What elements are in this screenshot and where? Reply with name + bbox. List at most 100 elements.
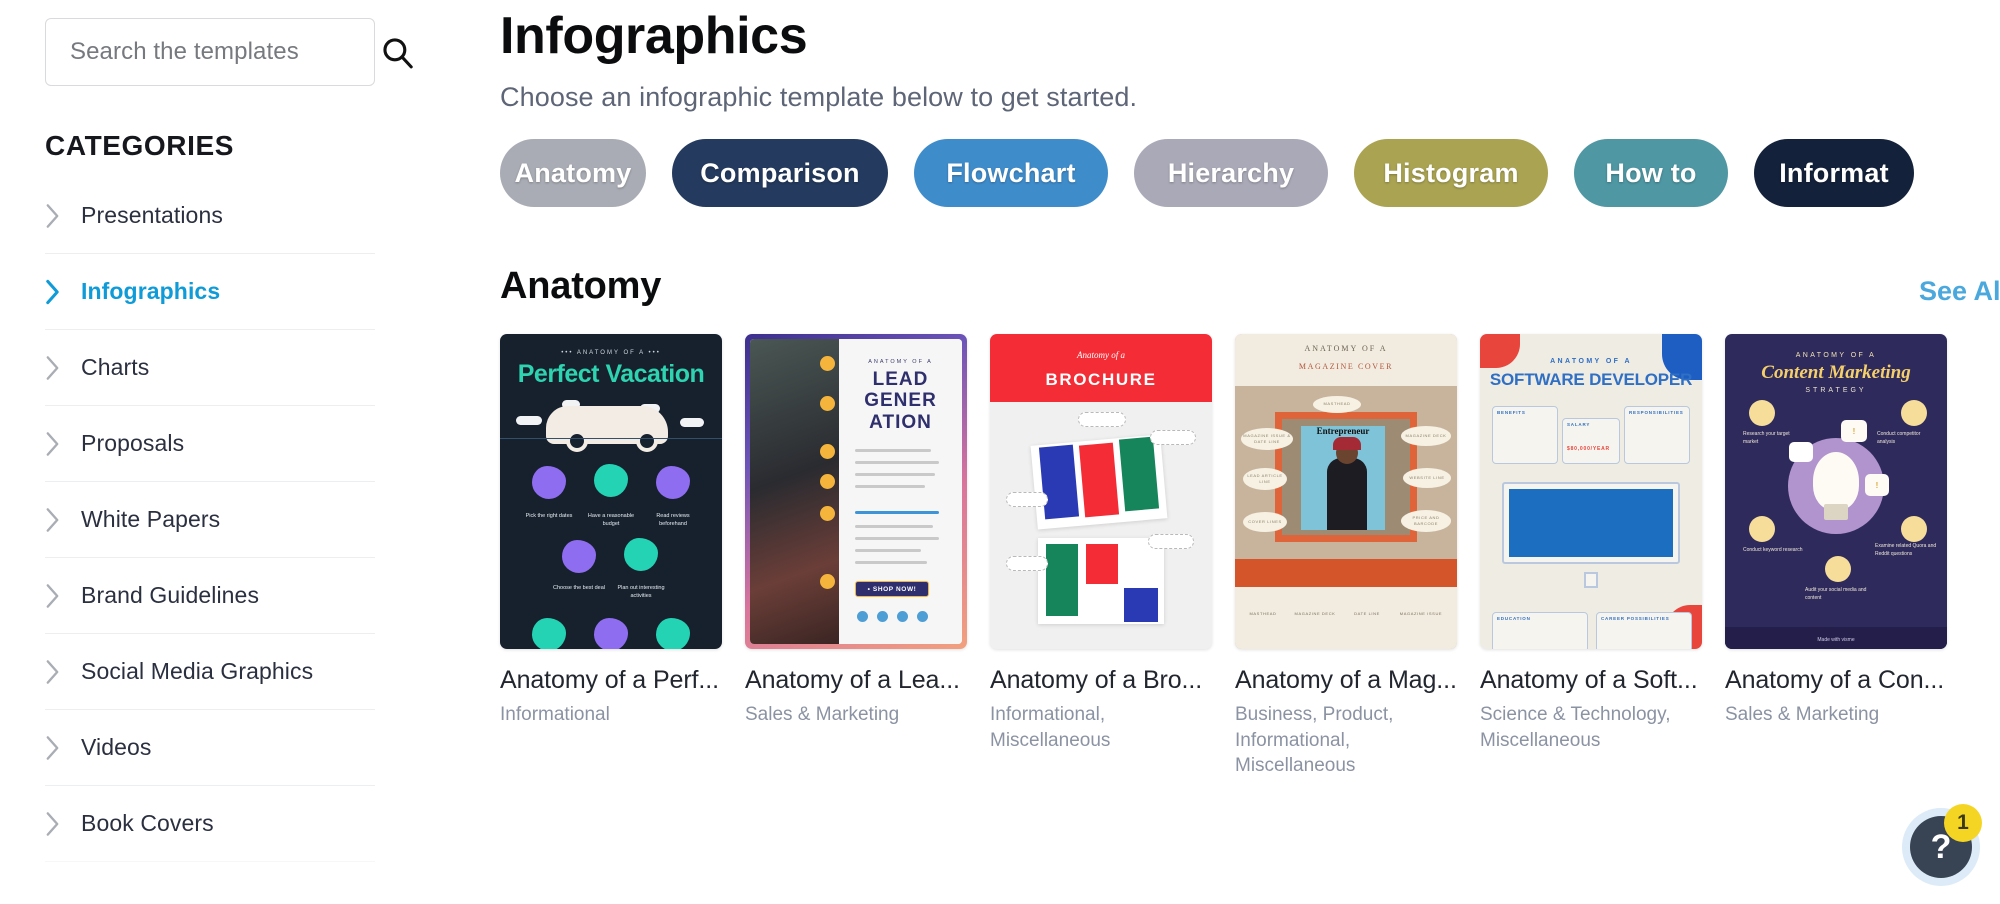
swatch-red [1086, 544, 1118, 584]
pill-comparison[interactable]: Comparison [672, 139, 888, 207]
sidebar: CATEGORIES Presentations Infographics Char… [0, 0, 420, 904]
sidebar-item-booklets[interactable]: Booklets [45, 862, 375, 904]
pill-hierarchy[interactable]: Hierarchy [1134, 139, 1328, 207]
callout-bubble: COVER LINES [1243, 512, 1287, 532]
info-box-label: RESPONSIBILITIES [1629, 410, 1684, 415]
pill-how-to[interactable]: How to [1574, 139, 1728, 207]
template-card[interactable]: ANATOMY OF A MAGAZINE COVER Entrepreneur… [1235, 334, 1457, 779]
thumb-caption: Conduct keyword research [1743, 547, 1803, 553]
pill-anatomy[interactable]: Anatomy [500, 139, 646, 207]
sidebar-item-infographics[interactable]: Infographics [45, 254, 375, 330]
template-thumbnail[interactable]: ANATOMY OF A SOFTWARE DEVELOPER BENEFITS… [1480, 334, 1702, 649]
thumb-title: SOFTWARE DEVELOPER [1489, 370, 1693, 389]
sidebar-item-label: White Papers [81, 506, 221, 532]
search-box[interactable] [45, 18, 413, 86]
info-box-label: CAREER POSSIBILITIES [1601, 616, 1670, 621]
thumb-caption: Conduct competitor analysis [1877, 431, 1921, 445]
template-card[interactable]: ANATOMY OF A SOFTWARE DEVELOPER BENEFITS… [1480, 334, 1702, 779]
accent-band [1235, 559, 1457, 587]
template-card[interactable]: ANATOMY OF A Content Marketing STRATEGY … [1725, 334, 1947, 779]
sidebar-item-label: Social Media Graphics [81, 658, 314, 684]
swatch-green [1046, 544, 1078, 616]
thumb-kicker: ••• ANATOMY OF A ••• [561, 350, 661, 356]
thumb-left-panel [750, 339, 840, 644]
chevron-right-icon [45, 279, 81, 305]
callout-bubble: WEBSITE LINE [1403, 468, 1451, 488]
template-card-title: Anatomy of a Bro... [990, 666, 1203, 694]
template-gallery-page: CATEGORIES Presentations Infographics Char… [0, 0, 2000, 904]
hat-shape [1333, 437, 1361, 450]
search-icon[interactable] [380, 35, 414, 69]
dot-indicator [897, 611, 909, 622]
thumb-caption: Choose the best deal [553, 585, 605, 591]
cloud-icon [680, 418, 704, 427]
pill-informat[interactable]: Informat [1754, 139, 1914, 207]
sidebar-item-label: Proposals [81, 430, 185, 456]
text-line [855, 549, 922, 552]
template-card-title: Anatomy of a Lea... [745, 666, 960, 694]
pill-label: Hierarchy [1167, 157, 1295, 188]
template-card-categories: Sales & Marketing [745, 704, 900, 725]
sidebar-item-white-papers[interactable]: White Papers [45, 482, 375, 558]
blob-shape [594, 464, 628, 497]
template-thumbnail[interactable]: ANATOMY OF A MAGAZINE COVER Entrepreneur… [1235, 334, 1457, 649]
sidebar-item-presentations[interactable]: Presentations [45, 178, 375, 254]
callout-bubble: PRICE AND BARCODE [1401, 510, 1451, 532]
thumb-script-title: Anatomy of a [1077, 350, 1125, 360]
sidebar-item-book-covers[interactable]: Book Covers [45, 786, 375, 862]
node-icon [1901, 516, 1927, 542]
template-thumbnail[interactable]: ANATOMY OF A Content Marketing STRATEGY … [1725, 334, 1947, 649]
help-notification-badge: 1 [1944, 804, 1982, 842]
dot-indicator [877, 611, 889, 622]
chevron-right-icon [45, 355, 81, 381]
sidebar-item-charts[interactable]: Charts [45, 330, 375, 406]
sidebar-item-proposals[interactable]: Proposals [45, 406, 375, 482]
template-card-categories: Sales & Marketing [1725, 704, 1880, 725]
template-thumbnail[interactable]: ANATOMY OF A LEAD GENER ATION • SHOP NOW… [745, 334, 967, 649]
template-thumbnail[interactable]: Anatomy of a BROCHURE [990, 334, 1212, 649]
blob-shape [656, 466, 690, 499]
thumb-inner: ANATOMY OF A LEAD GENER ATION • SHOP NOW… [750, 339, 962, 644]
pill-flowchart[interactable]: Flowchart [914, 139, 1108, 207]
pill-histogram[interactable]: Histogram [1354, 139, 1548, 207]
search-input[interactable] [70, 38, 380, 66]
divider-line [500, 438, 722, 439]
footer-item: MASTHEAD [1249, 610, 1277, 616]
blob-shape [656, 618, 690, 649]
thumb-caption: Plan out interesting activities [617, 585, 665, 600]
pill-label: Informat [1779, 157, 1889, 188]
section-header: Anatomy See All [500, 265, 2000, 308]
blob-shape [532, 466, 566, 499]
template-card[interactable]: ANATOMY OF A LEAD GENER ATION • SHOP NOW… [745, 334, 967, 779]
node-icon [1901, 400, 1927, 426]
callout-bubble: MASTHEAD [1313, 396, 1361, 413]
see-all-link[interactable]: See All [1919, 275, 2000, 308]
wheel-shape [566, 430, 588, 452]
thumb-title: Perfect Vacation [517, 360, 705, 388]
help-widget[interactable]: ? 1 [1902, 804, 1982, 886]
monitor-stand [1584, 572, 1598, 588]
thumb-caption: Have a reasonable budget [587, 513, 635, 528]
bulb-base-shape [1824, 504, 1848, 520]
footer-item: MAGAZINE ISSUE [1399, 610, 1443, 616]
callout-bubble: MAGAZINE DECK [1401, 426, 1451, 446]
template-card[interactable]: Anatomy of a BROCHURE Anatomy of a Bro..… [990, 334, 1212, 779]
callout-tag [1148, 534, 1194, 549]
chevron-right-icon [45, 583, 81, 609]
callout-bubble: LEAD ARTICLE LINE [1243, 468, 1287, 490]
person-illustration [1327, 437, 1367, 530]
template-thumbnail[interactable]: ••• ANATOMY OF A ••• Perfect Vacation Pi… [500, 334, 722, 649]
shop-now-button: • SHOP NOW! [855, 581, 930, 597]
text-line [855, 473, 936, 476]
thumb-kicker: ANATOMY OF A [1795, 352, 1877, 359]
callout-bubble: MAGAZINE ISSUE & DATE LINE [1241, 428, 1293, 450]
thumb-kicker: ANATOMY OF A [868, 359, 933, 365]
chevron-right-icon [45, 735, 81, 761]
sidebar-item-brand-guidelines[interactable]: Brand Guidelines [45, 558, 375, 634]
sidebar-item-social-media-graphics[interactable]: Social Media Graphics [45, 634, 375, 710]
thumb-caption: Pick the right dates [525, 513, 573, 519]
cloud-icon [516, 416, 542, 425]
template-card[interactable]: ••• ANATOMY OF A ••• Perfect Vacation Pi… [500, 334, 722, 779]
sidebar-item-videos[interactable]: Videos [45, 710, 375, 786]
sidebar-item-label: Booklets [81, 886, 171, 904]
